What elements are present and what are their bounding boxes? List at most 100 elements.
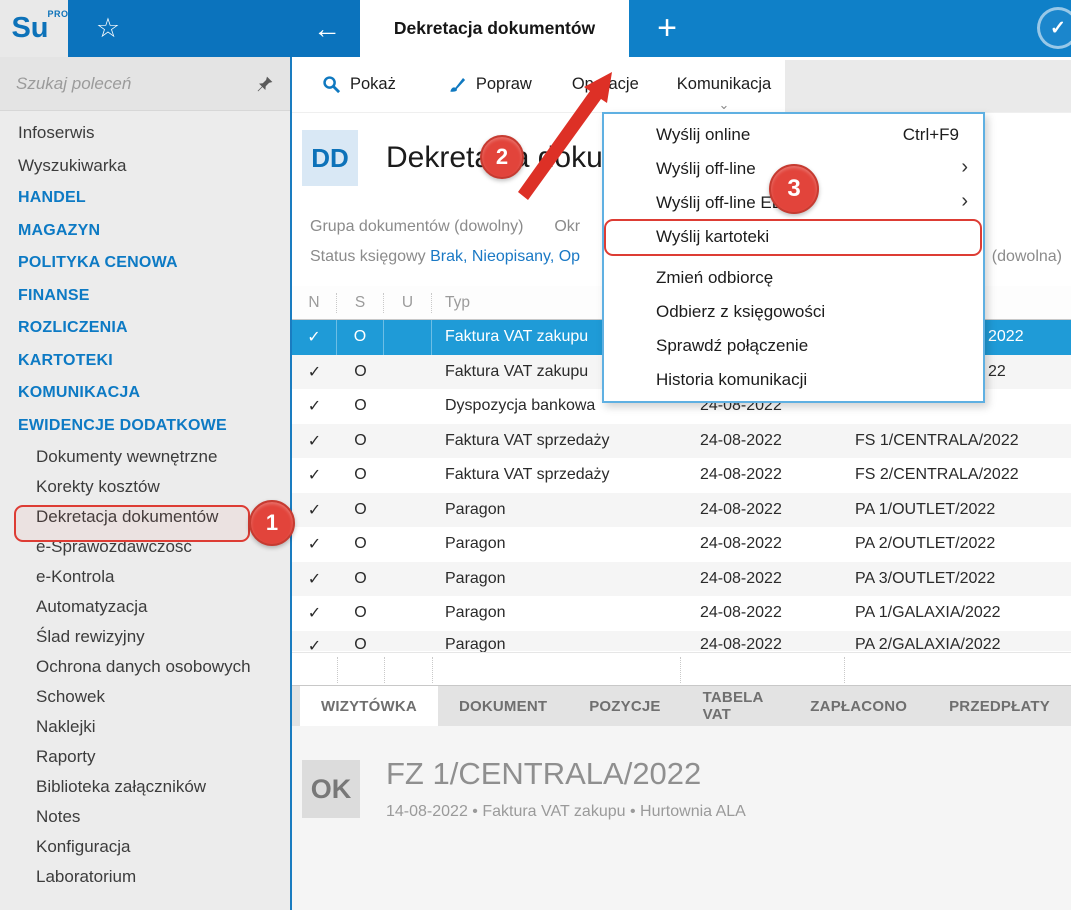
sidebar-item-label: FINANSE [18, 287, 90, 305]
sidebar-item[interactable]: KOMUNIKACJA [0, 377, 290, 410]
sidebar-item[interactable]: POLITYKA CENOWA [0, 247, 290, 280]
sidebar-item[interactable]: Ochrona danych osobowych [0, 652, 290, 682]
sidebar-item[interactable]: Korekty kosztów [0, 472, 290, 502]
sidebar-item-label: Laboratorium [36, 867, 136, 887]
checkmark-cell: ✓ [292, 603, 337, 623]
menu-item[interactable]: Odbierz z księgowości [604, 295, 983, 329]
status-cell: O [337, 363, 384, 381]
column-header-n[interactable]: N [292, 293, 337, 313]
filter-group-value[interactable]: (dowolny) [454, 218, 523, 235]
detail-tab[interactable]: DOKUMENT [438, 686, 568, 726]
column-header-s[interactable]: S [337, 293, 384, 313]
type-cell: Faktura VAT sprzedaży [432, 466, 680, 484]
status-cell: O [337, 320, 384, 355]
sidebar-item[interactable]: e-Kontrola [0, 562, 290, 592]
menu-item[interactable]: Sprawdź połączenie [604, 329, 983, 363]
checkmark-cell: ✓ [292, 396, 337, 416]
detail-tab[interactable]: PRZEDPŁATY [928, 686, 1071, 726]
detail-tabstrip: WIZYTÓWKA DOKUMENT POZYCJE TABELA VAT ZA… [292, 686, 1071, 726]
status-cell: O [337, 432, 384, 450]
filter-right-value[interactable]: (dowolna) [992, 248, 1062, 266]
table-row[interactable]: ✓ O Faktura VAT sprzedaży 24-08-2022 FS … [292, 458, 1071, 493]
sidebar-item[interactable]: MAGAZYN [0, 215, 290, 248]
number-cell: FS 1/CENTRALA/2022 [844, 432, 1071, 450]
annotation-rect-sidebar [14, 505, 250, 542]
detail-tab[interactable]: TABELA VAT [682, 686, 790, 726]
sidebar-item-label: MAGAZYN [18, 222, 100, 240]
detail-tab[interactable]: ZAPŁACONO [789, 686, 928, 726]
sidebar-item[interactable]: Naklejki [0, 712, 290, 742]
table-row[interactable]: ✓ O Faktura VAT sprzedaży 24-08-2022 FS … [292, 424, 1071, 459]
type-cell: Paragon [432, 604, 680, 622]
number-cell: PA 2/OUTLET/2022 [844, 535, 1071, 553]
date-cell: 24-08-2022 [680, 535, 844, 553]
status-cell: O [337, 535, 384, 553]
table-row[interactable]: ✓ O Paragon 24-08-2022 PA 1/OUTLET/2022 [292, 493, 1071, 528]
number-cell: PA 1/OUTLET/2022 [844, 501, 1071, 519]
menu-item[interactable]: Wyślij online Ctrl+F9 [604, 118, 983, 152]
sidebar-item-label: Schowek [36, 687, 105, 707]
date-cell: 24-08-2022 [680, 636, 844, 654]
sidebar-item[interactable]: ROZLICZENIA [0, 312, 290, 345]
detail-tab-label: PRZEDPŁATY [949, 698, 1050, 715]
titlebar-right-segment [629, 0, 1071, 57]
sidebar-item-label: Wyszukiwarka [18, 156, 126, 176]
menu-item-label: Odbierz z księgowości [656, 302, 825, 322]
chevron-down-icon: ⌄ [719, 98, 730, 111]
detail-tab[interactable]: POZYCJE [568, 686, 681, 726]
check-circle-icon[interactable]: ✓ [1037, 7, 1071, 49]
operations-menu-button[interactable]: Operacje [558, 57, 653, 112]
sidebar-item[interactable]: Ślad rewizyjny [0, 622, 290, 652]
column-header-u[interactable]: U [384, 293, 432, 313]
detail-tab-label: ZAPŁACONO [810, 698, 907, 715]
menu-item-label: Wyślij off-line [656, 159, 756, 179]
annotation-badge-2: 2 [480, 135, 524, 179]
sidebar-item[interactable]: Notes [0, 802, 290, 832]
menu-item[interactable]: Historia komunikacji [604, 363, 983, 397]
table-row[interactable]: ✓ O Paragon 24-08-2022 PA 1/GALAXIA/2022 [292, 596, 1071, 631]
date-cell: 24-08-2022 [680, 432, 844, 450]
sidebar-item[interactable]: KARTOTEKI [0, 345, 290, 378]
table-row[interactable]: ✓ O Paragon 24-08-2022 PA 2/OUTLET/2022 [292, 527, 1071, 562]
command-search[interactable]: Szukaj poleceń [0, 57, 290, 111]
sidebar-item[interactable]: Infoserwis [0, 117, 290, 150]
sidebar-item[interactable]: HANDEL [0, 182, 290, 215]
sidebar-item[interactable]: Schowek [0, 682, 290, 712]
new-tab-plus-icon[interactable]: + [640, 0, 694, 57]
sidebar-item[interactable]: Automatyzacja [0, 592, 290, 622]
type-cell: Faktura VAT sprzedaży [432, 432, 680, 450]
number-cell: FS 2/CENTRALA/2022 [844, 466, 1071, 484]
tab-dekretacja-dokumentow[interactable]: Dekretacja dokumentów [360, 0, 629, 57]
sidebar-item[interactable]: Dokumenty wewnętrzne [0, 442, 290, 472]
pin-icon[interactable] [256, 75, 274, 93]
sidebar-item[interactable]: Biblioteka załączników [0, 772, 290, 802]
sidebar-item[interactable]: Wyszukiwarka [0, 150, 290, 183]
table-row[interactable]: ✓ O Paragon 24-08-2022 PA 2/GALAXIA/2022 [292, 631, 1071, 651]
sidebar-item[interactable]: FINANSE [0, 280, 290, 313]
table-row[interactable]: ✓ O Paragon 24-08-2022 PA 3/OUTLET/2022 [292, 562, 1071, 597]
detail-tab[interactable]: WIZYTÓWKA [300, 686, 438, 726]
type-cell: Paragon [432, 570, 680, 588]
search-input[interactable]: Szukaj poleceń [16, 74, 256, 94]
communication-menu-button[interactable]: Komunikacja ⌄ [663, 57, 785, 112]
module-code-badge: DD [302, 130, 358, 186]
back-arrow-icon[interactable]: ← [302, 0, 352, 57]
sidebar-item[interactable]: Raporty [0, 742, 290, 772]
menu-item[interactable]: Zmień odbiorcę [604, 261, 983, 295]
edit-button[interactable]: Popraw [434, 57, 546, 112]
sidebar-item[interactable]: Laboratorium [0, 862, 290, 892]
filter-status-label: Status księgowy [310, 248, 426, 265]
show-button[interactable]: Pokaż [308, 57, 410, 112]
menu-item-label: Wyślij online [656, 125, 750, 145]
sidebar-item-label: e-Kontrola [36, 567, 114, 587]
favorites-star-icon[interactable]: ☆ [86, 0, 130, 57]
filter-period-partial[interactable]: Okr [554, 218, 580, 235]
filter-status-links[interactable]: Brak, Nieopisany, Op [430, 248, 580, 265]
sidebar-item[interactable]: EWIDENCJE DODATKOWE [0, 410, 290, 443]
sidebar-item-label: Konfiguracja [36, 837, 131, 857]
sidebar-item[interactable]: Konfiguracja [0, 832, 290, 862]
number-cell: PA 2/GALAXIA/2022 [844, 636, 1071, 654]
document-number: FZ 1/CENTRALA/2022 [386, 756, 701, 792]
date-cell: 24-08-2022 [680, 570, 844, 588]
sidebar: Szukaj poleceń Infoserwis Wyszukiwarka H… [0, 57, 290, 910]
